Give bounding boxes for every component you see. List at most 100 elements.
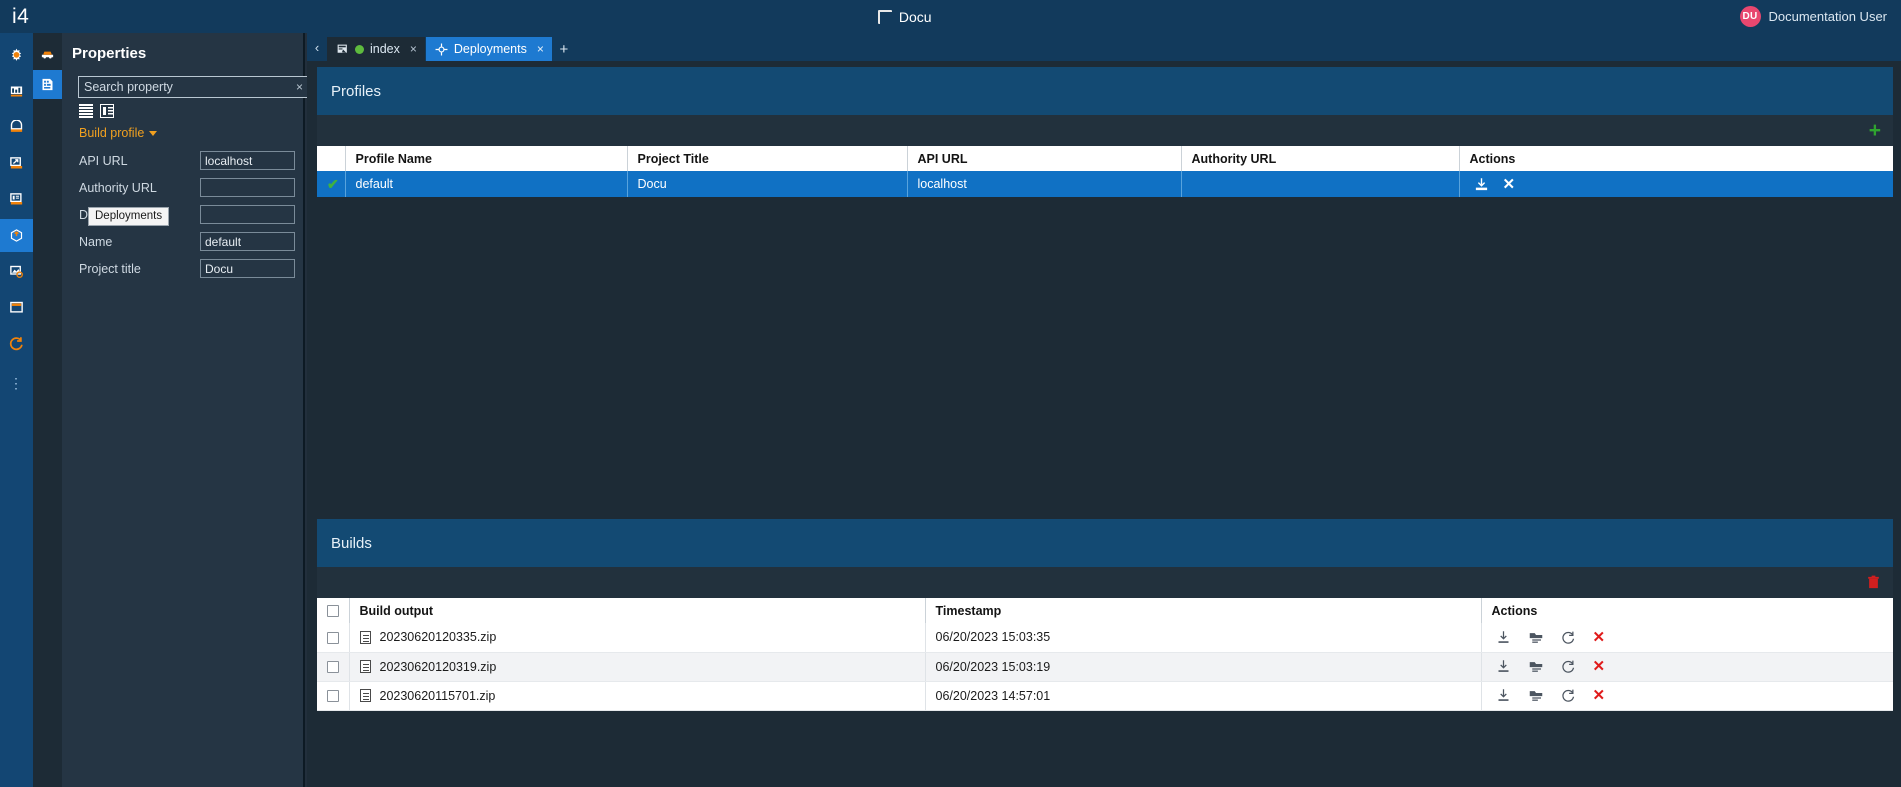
builds-table: Build output Timestamp Actions 202306201… xyxy=(317,598,1893,711)
sidebar-item-archive[interactable] xyxy=(0,111,33,144)
save-icon[interactable] xyxy=(1474,177,1489,192)
tab-bar: ‹ index × Deployments × + xyxy=(307,33,1901,61)
clear-search-icon[interactable]: × xyxy=(296,79,303,95)
add-profile-button[interactable]: + xyxy=(1869,120,1881,141)
download-icon[interactable] xyxy=(1496,630,1511,645)
folder-icon[interactable] xyxy=(1528,688,1544,703)
builds-col-timestamp[interactable]: Timestamp xyxy=(924,598,1481,623)
folder-icon[interactable] xyxy=(1528,630,1544,645)
main-content: Profiles + Profile Name Project Title AP… xyxy=(307,61,1901,787)
structure-icon xyxy=(42,78,53,91)
tool-item-structure[interactable] xyxy=(33,70,62,99)
builds-title: Builds xyxy=(331,534,372,552)
sidebar-item-window[interactable] xyxy=(0,291,33,324)
api-url-field[interactable] xyxy=(200,151,295,170)
window-title-text: Docu xyxy=(898,8,932,25)
sidebar-item-settings[interactable] xyxy=(0,39,33,72)
chevron-down-icon xyxy=(149,130,158,136)
row-checkbox[interactable] xyxy=(327,661,339,674)
zip-file-icon xyxy=(359,660,371,673)
profiles-col-blank xyxy=(317,146,345,171)
builds-col-build-output[interactable]: Build output xyxy=(348,598,925,623)
search-input[interactable] xyxy=(78,76,308,98)
deployments-tooltip: Deployments xyxy=(88,207,170,226)
profiles-header-row: Profile Name Project Title API URL Autho… xyxy=(317,146,1893,171)
builds-select-all-cell xyxy=(317,598,349,623)
builds-header-row: Build output Timestamp Actions xyxy=(317,598,1893,623)
field-project-title: Project title xyxy=(70,255,295,282)
search-property-wrapper: × xyxy=(78,76,308,98)
settings-gear-icon xyxy=(11,48,22,61)
build-output-cell: 20230620120319.zip xyxy=(348,652,925,682)
view-mode-toggle xyxy=(79,104,295,118)
profiles-col-api-url[interactable]: API URL xyxy=(906,146,1181,171)
profiles-col-profile-name[interactable]: Profile Name xyxy=(344,146,627,171)
refresh-icon xyxy=(9,337,23,351)
build-output-name: 20230620120319.zip xyxy=(379,659,497,674)
sidebar-item-media-settings[interactable] xyxy=(0,255,33,288)
sidebar-overflow[interactable]: ⋮ xyxy=(9,375,24,392)
avatar: DU xyxy=(1739,6,1761,27)
download-icon[interactable] xyxy=(1496,659,1511,674)
profiles-header: Profiles xyxy=(317,67,1893,115)
redeploy-icon[interactable] xyxy=(1561,688,1576,703)
tool-item-vehicle[interactable] xyxy=(33,39,62,68)
add-tab-button[interactable]: + xyxy=(553,37,575,61)
zip-file-icon xyxy=(359,630,371,644)
sidebar-item-dashboard[interactable] xyxy=(0,75,33,108)
redeploy-icon[interactable] xyxy=(1561,630,1576,645)
build-output-cell: 20230620120335.zip xyxy=(348,623,925,653)
description-field[interactable] xyxy=(200,205,295,224)
delete-x-icon[interactable]: ✕ xyxy=(1593,630,1606,645)
profiles-col-authority-url[interactable]: Authority URL xyxy=(1180,146,1459,171)
table-row[interactable]: 20230620115701.zip 06/20/2023 14:57:01 ✕ xyxy=(317,681,1893,711)
tab-close-icon[interactable]: × xyxy=(537,42,544,56)
delete-x-icon[interactable]: ✕ xyxy=(1593,659,1606,674)
build-profile-group-header[interactable]: Build profile xyxy=(79,126,295,140)
vehicle-icon xyxy=(41,51,54,59)
field-label: Project title xyxy=(79,261,141,276)
download-icon[interactable] xyxy=(1496,688,1511,703)
table-row[interactable]: 20230620120335.zip 06/20/2023 15:03:35 ✕ xyxy=(317,623,1893,653)
profiles-col-actions: Actions xyxy=(1458,146,1893,171)
delete-x-icon[interactable]: ✕ xyxy=(1593,688,1606,703)
close-icon[interactable]: ✕ xyxy=(1503,177,1516,192)
deploy-icon xyxy=(435,43,448,55)
field-name: Name xyxy=(70,228,295,255)
row-checkbox[interactable] xyxy=(327,690,339,703)
name-field[interactable] xyxy=(200,232,295,251)
sidebar-item-list[interactable] xyxy=(0,183,33,216)
list-view-icon[interactable] xyxy=(79,104,93,118)
builds-panel: Builds Build output Timestamp Actions 20… xyxy=(317,519,1893,711)
row-checkbox[interactable] xyxy=(327,631,339,644)
table-row[interactable]: 20230620120319.zip 06/20/2023 15:03:19 ✕ xyxy=(317,652,1893,682)
tab-deployments[interactable]: Deployments × xyxy=(425,37,552,61)
tab-label: index xyxy=(370,42,400,56)
profile-actions-cell: ✕ xyxy=(1458,171,1893,197)
redeploy-icon[interactable] xyxy=(1561,659,1576,674)
page-title: Properties xyxy=(72,45,147,62)
sidebar-item-export[interactable] xyxy=(0,147,33,180)
profile-active-check: ✔ xyxy=(317,171,345,197)
tool-rail xyxy=(33,33,62,787)
build-timestamp-cell: 06/20/2023 14:57:01 xyxy=(924,681,1481,711)
table-view-icon[interactable] xyxy=(100,104,114,118)
profiles-col-project-title[interactable]: Project Title xyxy=(626,146,907,171)
delete-icon[interactable] xyxy=(1866,574,1881,591)
field-authority-url: Authority URL xyxy=(70,174,295,201)
build-timestamp-cell: 06/20/2023 15:03:35 xyxy=(924,623,1481,653)
folder-icon[interactable] xyxy=(1528,659,1544,674)
tab-index[interactable]: index × xyxy=(327,37,425,61)
build-actions-cell: ✕ xyxy=(1480,623,1893,653)
tab-scroll-left-icon[interactable]: ‹ xyxy=(307,33,327,61)
profiles-panel: Profiles + Profile Name Project Title AP… xyxy=(317,67,1893,507)
sidebar-item-deployments[interactable] xyxy=(0,219,33,252)
authority-url-field[interactable] xyxy=(200,178,295,197)
project-title-field[interactable] xyxy=(200,259,295,278)
sidebar-item-refresh[interactable] xyxy=(0,327,33,360)
table-row[interactable]: ✔ default Docu localhost ✕ xyxy=(317,171,1893,197)
app-logo[interactable]: i4 xyxy=(0,0,70,33)
select-all-checkbox[interactable] xyxy=(327,605,339,618)
tab-close-icon[interactable]: × xyxy=(410,42,417,56)
user-menu[interactable]: DU Documentation User xyxy=(1739,6,1901,27)
